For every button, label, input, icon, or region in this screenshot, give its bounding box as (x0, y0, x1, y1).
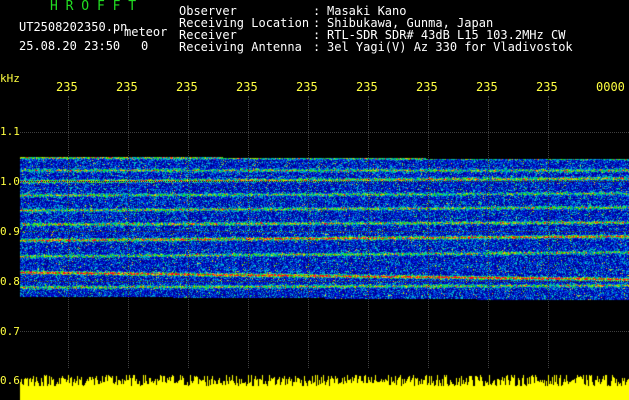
y-tick-label: 0.8 (0, 275, 20, 288)
x-tick-label: 235 (176, 80, 198, 94)
x-tick-label: 235 (236, 80, 258, 94)
x-tick-label: 235 (416, 80, 438, 94)
grid-line (368, 96, 369, 368)
grid-line (20, 132, 629, 133)
hrofft-logo: H R O F F T (50, 0, 137, 14)
x-tick-label: 235 (356, 80, 378, 94)
grid-line (308, 96, 309, 368)
y-tick-label: 0.6 (0, 374, 20, 387)
spectrogram-canvas (0, 0, 629, 400)
grid-line (188, 96, 189, 368)
grid-line (428, 96, 429, 368)
y-unit-label: kHz (0, 72, 20, 85)
grid-line (248, 96, 249, 368)
x-tick-label: 235 (476, 80, 498, 94)
grid-line (128, 96, 129, 368)
meteor-label: meteor (124, 25, 168, 39)
filename-label: UT2508202350.pn (19, 20, 128, 34)
y-tick-label: 0.9 (0, 225, 20, 238)
y-tick-label: 1.0 (0, 175, 20, 188)
info-label-antenna: Receiving Antenna (179, 40, 302, 54)
grid-line (68, 96, 69, 368)
x-tick-label: 0000 (596, 80, 625, 94)
counter-label: 0 (141, 39, 149, 53)
grid-line (20, 181, 629, 182)
grid-line (20, 231, 629, 232)
x-tick-label: 235 (296, 80, 318, 94)
datetime-label: 25.08.20 23:50 (19, 39, 121, 53)
y-tick-label: 1.1 (0, 125, 20, 138)
grid-line (488, 96, 489, 368)
x-tick-label: 235 (116, 80, 138, 94)
grid-line (548, 96, 549, 368)
grid-line (20, 281, 629, 282)
x-tick-label: 235 (536, 80, 558, 94)
grid-line (20, 331, 629, 332)
info-separator: : (313, 40, 321, 54)
info-value-antenna: 3el Yagi(V) Az 330 for Vladivostok (327, 40, 573, 54)
y-tick-label: 0.7 (0, 325, 20, 338)
x-tick-label: 235 (56, 80, 78, 94)
